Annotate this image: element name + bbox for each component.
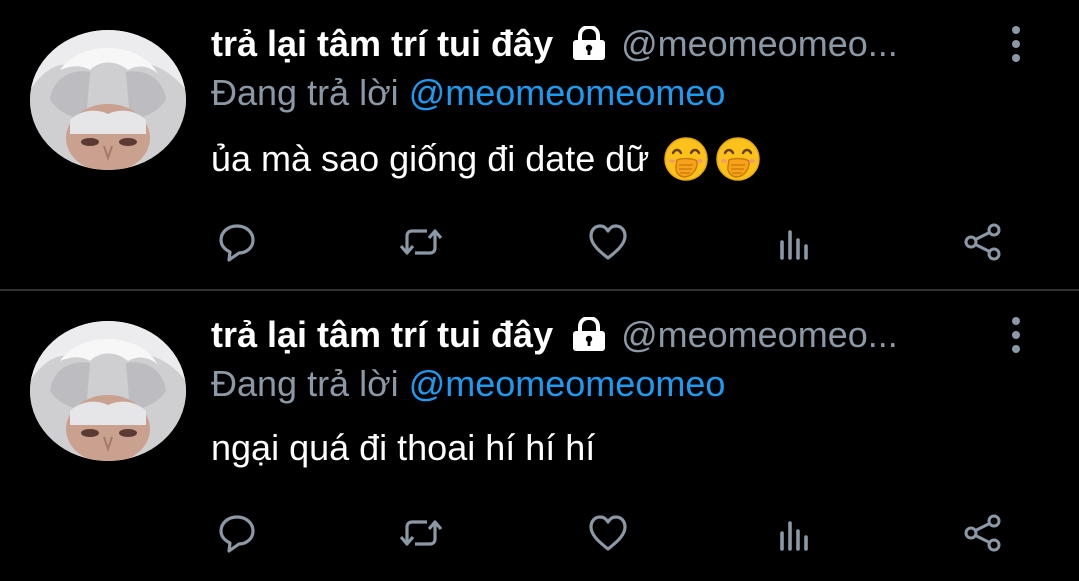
more-options-icon[interactable] [1004, 315, 1028, 355]
analytics-icon [774, 511, 818, 555]
like-button[interactable] [584, 218, 632, 266]
replying-to: Đang trả lời @meomeomeomeo [211, 72, 725, 114]
share-icon [961, 511, 1005, 555]
retweet-icon [397, 511, 445, 555]
face-with-hand-over-mouth-emoji [715, 136, 761, 182]
tweet-body: ủa mà sao giống đi date dữ [211, 138, 650, 179]
tweet-header: trả lại tâm trí tui đây @meomeomeo... [211, 20, 1011, 68]
display-name[interactable]: trả lại tâm trí tui đây [211, 23, 553, 65]
avatar[interactable] [30, 30, 186, 170]
user-handle[interactable]: @meomeomeo... [621, 314, 898, 356]
reply-prefix: Đang trả lời [211, 363, 399, 404]
reply-to-handle[interactable]: @meomeomeomeo [409, 72, 726, 113]
retweet-icon [397, 220, 445, 264]
like-icon [585, 511, 631, 555]
tweet-text: ngại quá đi thoai hí hí hí [211, 427, 595, 469]
face-with-hand-over-mouth-emoji [663, 136, 709, 182]
analytics-button[interactable] [772, 218, 820, 266]
reply-button[interactable] [213, 509, 261, 557]
more-options-icon[interactable] [1004, 24, 1028, 64]
reply-button[interactable] [213, 218, 261, 266]
avatar-image [30, 30, 186, 170]
user-handle[interactable]: @meomeomeo... [621, 23, 898, 65]
tweet-actions [0, 218, 1079, 266]
like-icon [585, 220, 631, 264]
display-name[interactable]: trả lại tâm trí tui đây [211, 314, 553, 356]
reply-to-handle[interactable]: @meomeomeomeo [409, 363, 726, 404]
reply-icon [215, 220, 259, 264]
tweet-header: trả lại tâm trí tui đây @meomeomeo... [211, 311, 1011, 359]
share-button[interactable] [959, 509, 1007, 557]
reply-icon [215, 511, 259, 555]
avatar[interactable] [30, 321, 186, 461]
replying-to: Đang trả lời @meomeomeomeo [211, 363, 725, 405]
avatar-image [30, 321, 186, 461]
reply-prefix: Đang trả lời [211, 72, 399, 113]
tweet-text: ủa mà sao giống đi date dữ [211, 136, 761, 182]
analytics-button[interactable] [772, 509, 820, 557]
tweet-body: ngại quá đi thoai hí hí hí [211, 427, 596, 468]
analytics-icon [774, 220, 818, 264]
share-icon [961, 220, 1005, 264]
lock-icon [571, 317, 607, 353]
share-button[interactable] [959, 218, 1007, 266]
tweet[interactable]: trả lại tâm trí tui đây @meomeomeo... Đa… [0, 291, 1079, 581]
tweet-actions [0, 509, 1079, 557]
like-button[interactable] [584, 509, 632, 557]
retweet-button[interactable] [397, 509, 445, 557]
tweet[interactable]: trả lại tâm trí tui đây @meomeomeo... Đa… [0, 0, 1079, 290]
lock-icon [571, 26, 607, 62]
retweet-button[interactable] [397, 218, 445, 266]
